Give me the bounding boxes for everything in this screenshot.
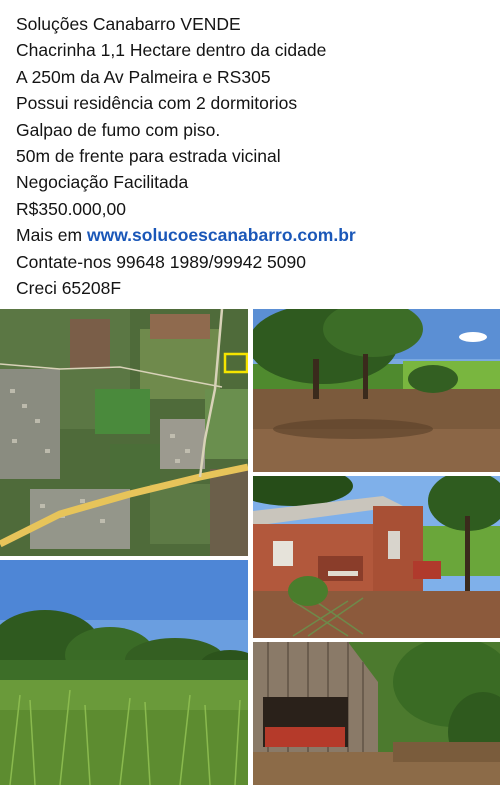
listing-title: Soluções Canabarro VENDE [16, 14, 241, 34]
listing-size: Chacrinha 1,1 Hectare dentro da cidade [16, 40, 327, 61]
website-link[interactable]: www.solucoescanabarro.com.br [87, 225, 356, 245]
satellite-map-photo[interactable] [0, 309, 248, 556]
listing-residence: Possui residência com 2 dormitorios [16, 93, 298, 114]
satellite-map-image [0, 309, 248, 556]
listing-creci: Creci 65208F [16, 277, 122, 298]
cornfield-image [0, 560, 248, 785]
residence-image [253, 476, 500, 638]
property-field-image [253, 309, 500, 472]
listing-frontage: 50m de frente para estrada vicinal [16, 145, 281, 166]
cornfield-photo[interactable] [0, 560, 248, 785]
website-prefix: Mais em [16, 225, 87, 246]
tobacco-shed-image [253, 642, 500, 785]
listing-website-line: Mais em www.solucoescanabarro.com.br [16, 222, 492, 248]
listing-price: R$350.000,00 [16, 198, 126, 219]
listing-shed: Galpao de fumo com piso. [16, 119, 221, 140]
listing-text: Soluções Canabarro VENDE Chacrinha 1,1 H… [16, 11, 492, 301]
property-field-photo[interactable] [253, 309, 500, 472]
residence-photo[interactable] [253, 476, 500, 638]
listing-location: A 250m da Av Palmeira e RS305 [16, 66, 271, 87]
tobacco-shed-photo[interactable] [253, 642, 500, 785]
listing-contact: Contate-nos 99648 1989/99942 5090 [16, 251, 306, 272]
listing-negotiation: Negociação Facilitada [16, 172, 189, 193]
